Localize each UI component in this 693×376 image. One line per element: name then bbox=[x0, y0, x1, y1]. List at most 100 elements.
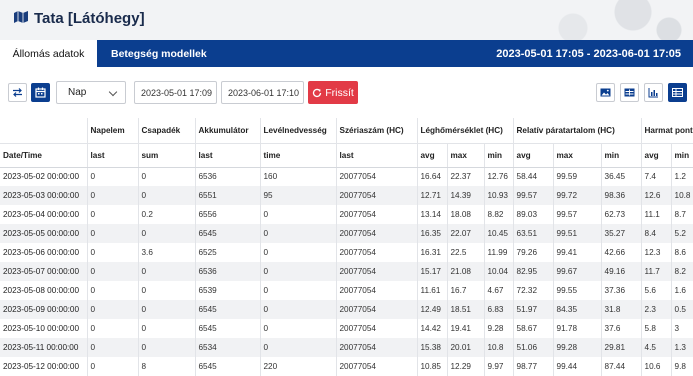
row-datetime-cell: 2023-05-08 00:00:00 bbox=[0, 281, 88, 300]
table-cell: 16.31 bbox=[417, 243, 448, 262]
image-icon bbox=[600, 88, 611, 97]
row-datetime-cell: 2023-05-09 00:00:00 bbox=[0, 300, 88, 319]
column-header[interactable]: time bbox=[260, 143, 337, 168]
table-cell: 0 bbox=[138, 281, 196, 300]
swap-arrows-icon bbox=[13, 88, 22, 97]
table-cell: 5.6 bbox=[641, 281, 672, 300]
table-cell: 10.8 bbox=[671, 186, 693, 205]
station-name: Tata [Látóhegy] bbox=[34, 10, 145, 27]
column-header[interactable]: last bbox=[87, 143, 139, 168]
table-cell: 20077054 bbox=[336, 338, 418, 357]
table-cell: 42.66 bbox=[601, 243, 642, 262]
table-cell: 13.14 bbox=[417, 205, 448, 224]
table-cell: 0 bbox=[87, 338, 139, 357]
table-row: 2023-05-03 00:00:00 0 0 6551 95 20077054 12.71… bbox=[0, 186, 693, 205]
table-cell: 4.67 bbox=[484, 281, 514, 300]
grid-view-button[interactable] bbox=[668, 83, 687, 102]
table-cell: 0 bbox=[138, 224, 196, 243]
table-cell: 0 bbox=[260, 300, 337, 319]
table-cell: 58.67 bbox=[513, 319, 554, 338]
table-sub-header-row: Date/Time last sum last time last avg ma… bbox=[0, 143, 693, 168]
column-header[interactable]: sum bbox=[138, 143, 196, 168]
calendar-toggle-button[interactable] bbox=[31, 83, 50, 102]
start-datetime-input[interactable]: 2023-05-01 17:09 bbox=[134, 81, 217, 104]
row-datetime-cell: 2023-05-04 00:00:00 bbox=[0, 205, 88, 224]
table-cell: 20077054 bbox=[336, 281, 418, 300]
chart-view-button[interactable] bbox=[644, 83, 663, 102]
table-cell: 98.77 bbox=[513, 357, 554, 376]
column-header[interactable]: last bbox=[195, 143, 261, 168]
table-cell: 0 bbox=[87, 357, 139, 376]
bar-chart-icon bbox=[648, 88, 658, 98]
table-cell: 14.39 bbox=[447, 186, 485, 205]
table-cell: 0 bbox=[87, 281, 139, 300]
table-cell: 9.28 bbox=[484, 319, 514, 338]
column-header[interactable]: Date/Time bbox=[0, 143, 88, 168]
table-cell: 19.41 bbox=[447, 319, 485, 338]
column-header[interactable]: max bbox=[553, 143, 602, 168]
row-datetime-cell: 2023-05-07 00:00:00 bbox=[0, 262, 88, 281]
table-cell: 12.29 bbox=[447, 357, 485, 376]
period-select[interactable]: Nap bbox=[56, 81, 126, 104]
table-cell: 99.44 bbox=[553, 357, 602, 376]
table-cell: 99.67 bbox=[553, 262, 602, 281]
table-cell: 0 bbox=[260, 224, 337, 243]
column-header[interactable]: avg bbox=[641, 143, 672, 168]
column-header[interactable]: min bbox=[484, 143, 514, 168]
table-cell: 20077054 bbox=[336, 167, 418, 186]
table-cell: 6525 bbox=[195, 243, 261, 262]
column-header[interactable]: min bbox=[601, 143, 642, 168]
tab-disease-models[interactable]: Betegség modellek bbox=[97, 40, 221, 67]
column-header[interactable]: min bbox=[671, 143, 693, 168]
table-cell: 12.3 bbox=[641, 243, 672, 262]
table-cell: 31.8 bbox=[601, 300, 642, 319]
group-header: Léghőmérséklet (HC) bbox=[417, 118, 514, 144]
refresh-icon bbox=[313, 88, 322, 97]
table-cell: 98.36 bbox=[601, 186, 642, 205]
column-header[interactable]: avg bbox=[417, 143, 448, 168]
table-cell: 84.35 bbox=[553, 300, 602, 319]
row-datetime-cell: 2023-05-10 00:00:00 bbox=[0, 319, 88, 338]
table-cell: 0.5 bbox=[671, 300, 693, 319]
table-cell: 51.06 bbox=[513, 338, 554, 357]
table-cell: 99.28 bbox=[553, 338, 602, 357]
table-cell: 63.51 bbox=[513, 224, 554, 243]
table-row: 2023-05-07 00:00:00 0 0 6536 0 20077054 15.17 2… bbox=[0, 262, 693, 281]
table-cell: 12.76 bbox=[484, 167, 514, 186]
view-mode-buttons bbox=[596, 83, 687, 102]
table-cell: 22.37 bbox=[447, 167, 485, 186]
table-cell: 16.7 bbox=[447, 281, 485, 300]
table-cell: 6545 bbox=[195, 357, 261, 376]
table-cell: 99.41 bbox=[553, 243, 602, 262]
table-cell: 18.08 bbox=[447, 205, 485, 224]
table-view-button[interactable] bbox=[620, 83, 639, 102]
group-header: Csapadék bbox=[138, 118, 196, 144]
end-datetime-input[interactable]: 2023-06-01 17:10 bbox=[221, 81, 304, 104]
table-cell: 21.08 bbox=[447, 262, 485, 281]
table-cell: 36.45 bbox=[601, 167, 642, 186]
table-cell: 2.3 bbox=[641, 300, 672, 319]
tab-station-data[interactable]: Állomás adatok bbox=[0, 40, 97, 67]
table-cell: 11.99 bbox=[484, 243, 514, 262]
table-cell: 0 bbox=[260, 243, 337, 262]
table-cell: 6536 bbox=[195, 262, 261, 281]
table-cell: 11.1 bbox=[641, 205, 672, 224]
column-header[interactable]: last bbox=[336, 143, 418, 168]
table-cell: 20077054 bbox=[336, 205, 418, 224]
table-cell: 37.36 bbox=[601, 281, 642, 300]
column-header[interactable]: avg bbox=[513, 143, 554, 168]
table-cell: 10.04 bbox=[484, 262, 514, 281]
table-cell: 58.44 bbox=[513, 167, 554, 186]
table-row: 2023-05-04 00:00:00 0 0.2 6556 0 20077054 13.1… bbox=[0, 205, 693, 224]
table-row: 2023-05-06 00:00:00 0 3.6 6525 0 20077054 16.3… bbox=[0, 243, 693, 262]
swap-toggle-button[interactable] bbox=[8, 83, 27, 102]
group-header: Levélnedvesség bbox=[260, 118, 337, 144]
table-cell: 5.2 bbox=[671, 224, 693, 243]
row-datetime-cell: 2023-05-12 00:00:00 bbox=[0, 357, 88, 376]
refresh-button[interactable]: Frissít bbox=[308, 81, 358, 104]
toolbar: Nap 2023-05-01 17:09 2023-06-01 17:10 Fr… bbox=[0, 67, 693, 118]
column-header[interactable]: max bbox=[447, 143, 485, 168]
table-cell: 9.8 bbox=[671, 357, 693, 376]
image-view-button[interactable] bbox=[596, 83, 615, 102]
table-cell: 0 bbox=[260, 281, 337, 300]
